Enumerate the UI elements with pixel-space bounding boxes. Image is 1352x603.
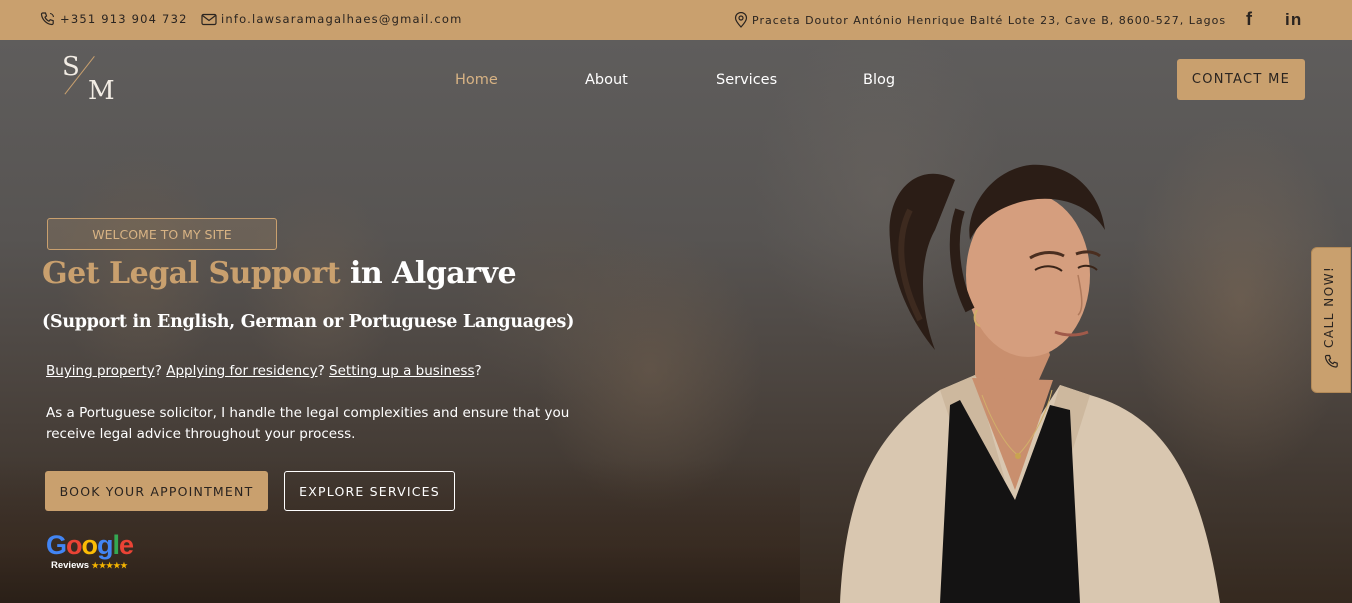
top-bar-phone[interactable]: +351 913 904 732 — [40, 12, 188, 26]
hero-headline: Get Legal Support in Algarve — [42, 256, 517, 291]
reviews-text: Reviews — [51, 560, 90, 571]
linkedin-icon[interactable]: in — [1285, 10, 1303, 30]
top-bar: +351 913 904 732 info.lawsaramagalhaes@g… — [0, 0, 1352, 40]
call-now-label: CALL NOW! — [1322, 265, 1336, 348]
google-letter: G — [46, 530, 67, 560]
welcome-badge: WELCOME TO MY SITE — [47, 218, 277, 250]
google-reviews-badge[interactable]: Google Reviews ★★★★★ — [46, 530, 146, 576]
book-appointment-button[interactable]: BOOK YOUR APPOINTMENT — [45, 471, 268, 511]
contact-me-button[interactable]: CONTACT ME — [1177, 59, 1305, 100]
top-bar-email[interactable]: info.lawsaramagalhaes@gmail.com — [201, 12, 463, 26]
question-separator: ? — [317, 363, 330, 379]
google-letter: o — [81, 530, 98, 560]
location-pin-icon — [734, 12, 748, 28]
phone-icon — [1324, 354, 1338, 368]
mail-icon — [201, 13, 217, 25]
setting-up-business-link[interactable]: Setting up a business — [329, 363, 474, 379]
email-address[interactable]: info.lawsaramagalhaes@gmail.com — [221, 12, 463, 26]
question-separator: ? — [154, 363, 167, 379]
headline-rest: in Algarve — [340, 256, 517, 291]
explore-services-button[interactable]: EXPLORE SERVICES — [284, 471, 455, 511]
google-letter: o — [66, 530, 82, 560]
hero-questions: Buying property? Applying for residency?… — [46, 363, 482, 379]
logo-letter-m: M — [88, 76, 115, 106]
hero-subheadline: (Support in English, German or Portugues… — [42, 312, 575, 332]
google-letter: e — [119, 530, 134, 560]
address-text: Praceta Doutor António Henrique Balté Lo… — [752, 13, 1227, 27]
phone-number[interactable]: +351 913 904 732 — [60, 12, 188, 26]
google-reviews-label: Reviews ★★★★★ — [51, 560, 146, 571]
phone-icon — [40, 12, 55, 26]
call-now-tab[interactable]: CALL NOW! — [1311, 247, 1351, 393]
question-end: ? — [474, 363, 482, 379]
lawyer-portrait-image — [840, 164, 1220, 603]
star-rating-icon: ★★★★★ — [91, 561, 128, 570]
applying-residency-link[interactable]: Applying for residency — [166, 363, 317, 379]
facebook-icon[interactable]: f — [1246, 9, 1253, 30]
nav-services[interactable]: Services — [716, 72, 777, 88]
hero-description: As a Portuguese solicitor, I handle the … — [46, 405, 570, 442]
google-logo: Google — [46, 530, 146, 560]
top-bar-address: Praceta Doutor António Henrique Balté Lo… — [734, 12, 1226, 28]
buying-property-link[interactable]: Buying property — [46, 363, 155, 379]
headline-highlight: Get Legal Support — [42, 256, 341, 291]
nav-home[interactable]: Home — [455, 72, 498, 88]
site-logo[interactable]: S M — [62, 52, 122, 108]
nav-blog[interactable]: Blog — [863, 72, 895, 88]
google-letter: g — [97, 530, 113, 560]
nav-about[interactable]: About — [585, 72, 628, 88]
